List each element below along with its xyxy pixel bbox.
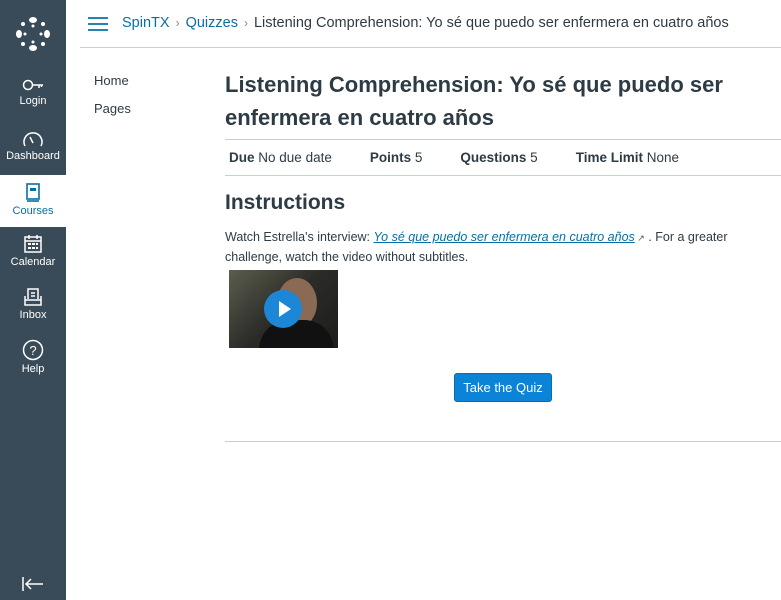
canvas-logo-icon[interactable] [15,16,51,52]
nav-item-dashboard[interactable]: Dashboard [0,130,66,175]
due-value: No due date [258,150,332,165]
questions-value: 5 [530,150,538,165]
nav-item-courses[interactable]: Courses [0,175,66,227]
key-icon [22,79,43,91]
time-limit-value: None [646,150,679,165]
nav-item-calendar[interactable]: Calendar [0,234,66,284]
courses-icon [26,183,40,202]
chevron-right-icon: › [243,16,248,30]
hamburger-menu-icon[interactable] [88,16,108,32]
points-value: 5 [414,150,423,165]
external-link-icon: ↗ [634,233,645,243]
course-nav: Home Pages [94,73,131,129]
quiz-details: Due No due date Points 5 Questions 5 Tim… [225,140,781,176]
nav-item-inbox[interactable]: Inbox [0,287,66,337]
inbox-icon [24,288,42,306]
nav-item-help[interactable]: ? Help [0,339,66,389]
svg-text:?: ? [29,343,36,358]
instructions-heading: Instructions [225,191,346,214]
course-nav-pages[interactable]: Pages [94,101,131,129]
header: SpinTX › Quizzes › Listening Comprehension: … [80,0,781,48]
instructions-text: Watch Estrella's interview: Yo sé que pu… [225,230,728,264]
due-label: Due [229,150,255,165]
chevron-right-icon: › [175,16,180,30]
play-icon[interactable] [264,290,302,328]
take-quiz-button[interactable]: Take the Quiz [454,373,552,402]
interview-link[interactable]: Yo sé que puedo ser enfermera en cuatro … [374,230,635,244]
breadcrumb-spintx[interactable]: SpinTX [122,15,170,31]
points-label: Points [369,150,412,165]
divider [225,441,781,442]
breadcrumb: SpinTX › Quizzes › Listening Comprehension: … [122,15,729,31]
calendar-icon [24,235,42,253]
collapse-nav-icon[interactable] [22,576,44,592]
breadcrumb-quizzes[interactable]: Quizzes [186,15,238,31]
dashboard-icon [23,132,43,147]
course-nav-home[interactable]: Home [94,73,131,101]
time-limit-label: Time Limit [575,150,643,165]
help-icon: ? [22,339,44,361]
quiz-content: Listening Comprehension: Yo sé que puedo… [225,68,781,442]
questions-label: Questions [460,150,527,165]
breadcrumb-current: Listening Comprehension: Yo sé que puedo… [253,15,729,31]
global-nav: Login Dashboard Courses Calendar Inbox ?… [0,0,66,600]
page-title: Listening Comprehension: Yo sé que puedo… [225,68,781,140]
video-thumbnail[interactable] [229,270,338,348]
nav-item-login[interactable]: Login [0,77,66,127]
